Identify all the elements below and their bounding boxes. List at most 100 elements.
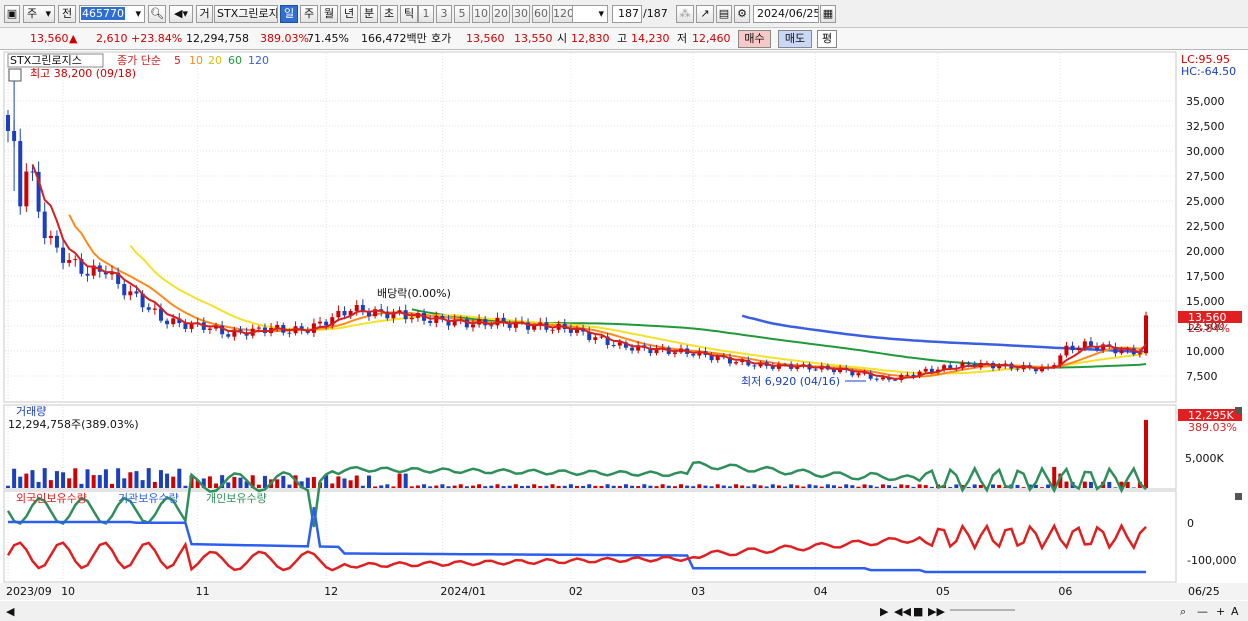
speaker-icon[interactable]: ◀▾ (169, 5, 193, 23)
tab-period-2[interactable]: 월 (320, 5, 338, 23)
volume-bar (721, 485, 726, 488)
draw-icon[interactable]: ↗ (696, 5, 714, 23)
x-axis-label: 2024/01 (440, 585, 486, 598)
ask-label: 호가 (431, 32, 452, 45)
volume-bar (972, 484, 977, 488)
open-label: 시 (557, 32, 568, 45)
candle (67, 260, 72, 263)
zoom-in-icon[interactable]: + (1216, 605, 1225, 618)
volume-bar (79, 483, 84, 488)
volume-bar (575, 485, 579, 488)
trade-tab-button[interactable]: 거 (196, 5, 213, 23)
volume-bar (434, 485, 439, 488)
interval-60[interactable]: 60 (532, 5, 550, 23)
volume-bar (238, 477, 243, 488)
stop-icon[interactable]: ■ (913, 605, 923, 618)
candle (30, 171, 35, 173)
candle (428, 320, 433, 323)
gear-icon[interactable]: ⚙ (734, 5, 750, 23)
grid-icon[interactable]: ⁂ (676, 5, 694, 23)
rewind-icon[interactable]: ◀◀ (894, 605, 911, 618)
candle (354, 305, 359, 311)
volume-bar (85, 469, 90, 488)
volume-bar (146, 468, 151, 488)
candle (336, 311, 341, 318)
market-mode-button[interactable]: 전 (58, 5, 76, 23)
volume-bar (48, 480, 53, 488)
tab-period-0[interactable]: 일 (280, 5, 298, 23)
interval-3[interactable]: 3 (436, 5, 452, 23)
volume-bar (795, 485, 800, 488)
volume-bar (899, 484, 904, 488)
close-icon[interactable] (1235, 407, 1242, 414)
candle (997, 366, 1002, 369)
volume-bar (305, 477, 310, 488)
sell-button[interactable]: 매도 (778, 30, 812, 48)
interval-custom-select[interactable]: ▾ (572, 5, 608, 23)
interval-5[interactable]: 5 (454, 5, 470, 23)
volume-bar (54, 471, 59, 488)
candle (813, 369, 818, 371)
x-axis-right-label: 06/25 (1188, 585, 1220, 598)
play-icon[interactable]: ▶ (880, 605, 889, 618)
buy-button[interactable]: 매수 (738, 30, 771, 48)
tab-period-6[interactable]: 틱 (400, 5, 418, 23)
save-icon[interactable]: ▤ (716, 5, 732, 23)
price-y-tick: 27,500 (1186, 170, 1225, 183)
interval-30[interactable]: 30 (512, 5, 530, 23)
date-input[interactable]: 2024/06/25 (753, 5, 819, 23)
volume-bar (262, 475, 267, 488)
high-note: 최고 38,200 (09/18) (30, 67, 136, 80)
scroll-left-icon[interactable]: ◀ (6, 605, 15, 618)
volume-bar (581, 485, 586, 488)
stock-code-input[interactable]: 465770 ▾ (79, 5, 145, 23)
search-icon[interactable]: 🔍︎ (148, 5, 166, 23)
volume-bar (256, 484, 261, 488)
tab-period-5[interactable]: 초 (380, 5, 398, 23)
volume-bar (544, 485, 549, 488)
volume-bar (917, 484, 922, 488)
zoom-out-icon[interactable]: — (1197, 605, 1208, 618)
volume-bar (997, 484, 1002, 488)
tab-period-3[interactable]: 년 (340, 5, 358, 23)
volume-bar (403, 473, 408, 488)
volume-value-label: 12,294,758주(389.03%) (8, 418, 139, 431)
forward-icon[interactable]: ▶▶ (928, 605, 945, 618)
dividend-note: 배당락(0.00%) (377, 287, 451, 300)
close-icon[interactable] (1235, 493, 1242, 500)
volume-bar (887, 485, 892, 488)
holdings-y-tick-low: -100,000 (1187, 554, 1236, 567)
volume-bar (134, 471, 139, 488)
candle (1015, 368, 1020, 370)
candle (146, 307, 151, 310)
candle (128, 291, 133, 296)
calendar-icon[interactable]: ▦ (820, 5, 836, 23)
volume-bar (648, 485, 653, 488)
volume-bar (691, 486, 696, 488)
window-icon[interactable]: ▣ (4, 5, 20, 23)
individual-legend: 개인보유수량 (206, 492, 267, 505)
tab-period-1[interactable]: 주 (300, 5, 318, 23)
price-y-tick: 17,500 (1186, 270, 1225, 283)
volume-bar (623, 484, 628, 488)
volume-bar (966, 487, 971, 488)
interval-10[interactable]: 10 (472, 5, 490, 23)
amount-value: 166,472백만 (361, 32, 427, 45)
eval-button[interactable]: 평 (817, 30, 837, 48)
market-type-select[interactable]: 주 ▾ (23, 5, 55, 23)
calculator-icon[interactable] (8, 68, 22, 82)
interval-120[interactable]: 120 (552, 5, 574, 23)
chevron-down-icon: ▾ (598, 7, 604, 20)
volume-value: 12,294,758 (186, 32, 249, 45)
candle (752, 365, 757, 367)
interval-1[interactable]: 1 (418, 5, 434, 23)
zoom-search-icon[interactable]: ⌕ (1180, 605, 1186, 618)
count-input[interactable]: 187 (612, 5, 642, 23)
font-icon[interactable]: A (1231, 605, 1239, 618)
volume-bar (1088, 481, 1093, 488)
scrollbar-track[interactable] (0, 601, 1248, 621)
interval-20[interactable]: 20 (492, 5, 510, 23)
tab-period-4[interactable]: 분 (360, 5, 378, 23)
candle (611, 344, 616, 346)
candle (85, 273, 90, 276)
